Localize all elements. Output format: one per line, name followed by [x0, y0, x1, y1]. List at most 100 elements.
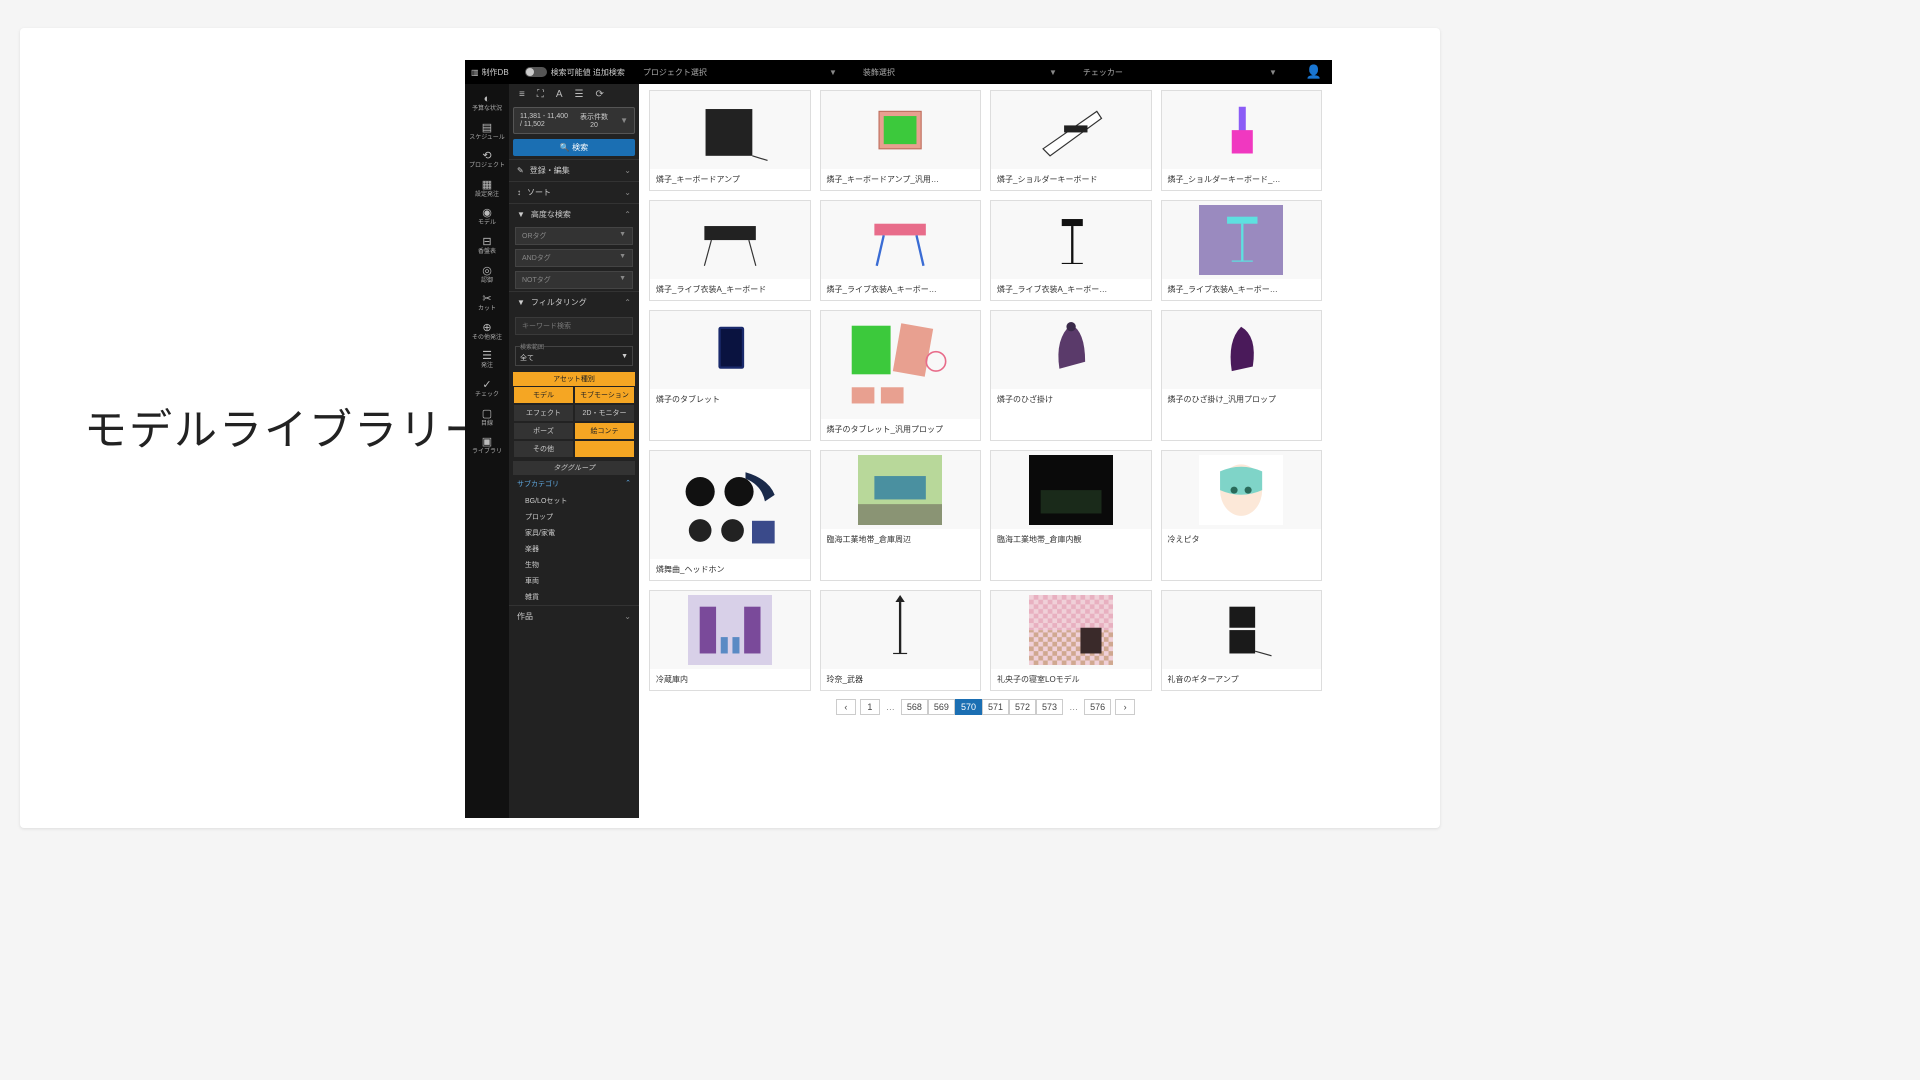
asset-type-chip[interactable]: 2D・モニター: [574, 404, 635, 422]
asset-type-chip[interactable]: 絵コンテ: [574, 422, 635, 440]
nav-label: スケジュール: [469, 135, 505, 142]
asset-card[interactable]: 燐子_ライブ衣装A_キーボー…: [820, 200, 982, 301]
asset-card[interactable]: 燐子のひざ掛け_汎用プロップ: [1161, 310, 1323, 441]
subcategory-item[interactable]: 雑貨: [509, 589, 639, 605]
section-filtering[interactable]: ▼ フィルタリング ⌃: [509, 291, 639, 313]
search-toggle[interactable]: 検索可能値 追加検索: [525, 67, 625, 78]
asset-thumbnail: [821, 91, 981, 169]
tag-label: ANDタグ: [522, 253, 551, 263]
user-icon[interactable]: 👤: [1306, 64, 1322, 80]
asset-card[interactable]: 臨海工業地帯_倉庫周辺: [820, 450, 982, 581]
dropdown-icon: ▼: [619, 253, 626, 263]
nav-item[interactable]: ▤スケジュール: [465, 118, 509, 145]
nav-item[interactable]: ◉モデル: [465, 203, 509, 230]
subcategory-toggle[interactable]: サブカテゴリ ⌃: [509, 475, 639, 493]
nav-item[interactable]: ▢目線: [465, 404, 509, 431]
page-number[interactable]: 572: [1009, 699, 1036, 715]
checker-select[interactable]: チェッカー ▼: [1075, 67, 1285, 78]
asset-thumbnail: [821, 591, 981, 669]
asset-card[interactable]: 燐子のひざ掛け: [990, 310, 1152, 441]
asset-name: 燐子_キーボードアンプ: [650, 169, 810, 190]
and-tag-select[interactable]: ANDタグ ▼: [515, 249, 633, 267]
nav-item[interactable]: ◎認御: [465, 261, 509, 288]
nav-item[interactable]: ⊕その他発注: [465, 318, 509, 345]
section-register[interactable]: ✎ 登録・編集 ⌄: [509, 159, 639, 181]
subcategory-item[interactable]: 楽器: [509, 541, 639, 557]
asset-type-chip[interactable]: モデル: [513, 386, 574, 404]
scope-select[interactable]: 検索範囲 全て▼: [515, 342, 633, 366]
nav-item[interactable]: ✓チェック: [465, 375, 509, 402]
asset-card[interactable]: 燐子_ショルダーキーボード_…: [1161, 90, 1323, 191]
or-tag-select[interactable]: ORタグ▼: [515, 227, 633, 245]
asset-card[interactable]: 燐子のタブレット: [649, 310, 811, 441]
asset-card[interactable]: 臨海工業地帯_倉庫内観: [990, 450, 1152, 581]
asset-card[interactable]: 燐子のタブレット_汎用プロップ: [820, 310, 982, 441]
keyword-input[interactable]: キーワード検索: [515, 317, 633, 335]
asset-card[interactable]: 礼音のギターアンプ: [1161, 590, 1323, 691]
asset-card[interactable]: 燐子_キーボードアンプ: [649, 90, 811, 191]
slide-title: モデルライブラリー: [84, 396, 489, 458]
nav-item[interactable]: ▣ライブラリ: [465, 432, 509, 459]
section-label: 高度な検索: [531, 209, 571, 220]
subcategory-item[interactable]: 家具/家電: [509, 525, 639, 541]
page-number[interactable]: 568: [901, 699, 928, 715]
asset-card[interactable]: 燐子_キーボードアンプ_汎用…: [820, 90, 982, 191]
asset-name: 燐子のひざ掛け: [991, 389, 1151, 410]
page-first[interactable]: 1: [860, 699, 880, 715]
nav-item[interactable]: ☰発注: [465, 346, 509, 373]
not-tag-select[interactable]: NOTタグ▼: [515, 271, 633, 289]
dropdown-icon[interactable]: ▼: [620, 116, 628, 125]
asset-type-chip[interactable]: ポーズ: [513, 422, 574, 440]
asset-card[interactable]: 燐子_ライブ衣装A_キーボー…: [1161, 200, 1323, 301]
page-number[interactable]: 571: [982, 699, 1009, 715]
subcategory-item[interactable]: 車両: [509, 573, 639, 589]
asset-card[interactable]: 燐子_ライブ衣装A_キーボー…: [990, 200, 1152, 301]
nav-icon: ◉: [482, 206, 492, 219]
nav-item[interactable]: ◐予算な状況: [465, 90, 509, 116]
nav-item[interactable]: ✂カット: [465, 289, 509, 316]
toggle-switch-icon[interactable]: [525, 67, 547, 77]
expand-icon[interactable]: ⛶: [537, 89, 544, 100]
next-page-button[interactable]: ›: [1115, 699, 1135, 715]
project-select[interactable]: プロジェクト選択 ▼: [635, 67, 845, 78]
asset-card[interactable]: 冷えピタ: [1161, 450, 1323, 581]
asset-card[interactable]: 礼央子の寝室LOモデル: [990, 590, 1152, 691]
hamburger-icon[interactable]: ≡: [519, 89, 525, 100]
page-number[interactable]: 570: [955, 699, 982, 715]
asset-thumbnail: [1162, 451, 1322, 529]
asset-card[interactable]: 燐舞曲_ヘッドホン: [649, 450, 811, 581]
subcategory-item[interactable]: プロップ: [509, 509, 639, 525]
section-sort[interactable]: ↕ ソート ⌄: [509, 181, 639, 203]
refresh-icon[interactable]: ⟳: [595, 89, 603, 100]
asset-card[interactable]: 玲奈_武器: [820, 590, 982, 691]
asset-type-chip[interactable]: その他: [513, 440, 574, 458]
asset-card[interactable]: 冷蔵庫内: [649, 590, 811, 691]
asset-card[interactable]: 燐子_ショルダーキーボード: [990, 90, 1152, 191]
page-last[interactable]: 576: [1084, 699, 1111, 715]
asset-type-chip[interactable]: [574, 440, 635, 458]
text-icon[interactable]: A: [556, 89, 563, 100]
asset-thumbnail: [991, 91, 1151, 169]
asset-name: 燐子_ライブ衣装A_キーボー…: [1162, 279, 1322, 300]
asset-type-chip[interactable]: エフェクト: [513, 404, 574, 422]
chevron-down-icon: ⌄: [624, 166, 631, 175]
nav-item[interactable]: ▦設定発注: [465, 175, 509, 202]
ellipsis: …: [1067, 702, 1080, 712]
app-logo: ▥ 制作DB: [471, 67, 509, 78]
side-panel: ≡ ⛶ A ☰ ⟳ 11,381 - 11,400 / 11,502 表示件数 …: [509, 84, 639, 818]
asset-type-chip[interactable]: モブモーション: [574, 386, 635, 404]
section-works[interactable]: 作品 ⌄: [509, 605, 639, 627]
nav-item[interactable]: ⊟香盤表: [465, 232, 509, 259]
subcategory-item[interactable]: BG/LOセット: [509, 493, 639, 509]
search-button[interactable]: 🔍 検索: [513, 139, 635, 156]
prev-page-button[interactable]: ‹: [836, 699, 856, 715]
result-range: 11,381 - 11,400 / 11,502 表示件数 20 ▼: [513, 107, 635, 134]
decoration-select[interactable]: 装飾選択 ▼: [855, 67, 1065, 78]
asset-card[interactable]: 燐子_ライブ衣装A_キーボード: [649, 200, 811, 301]
subcategory-item[interactable]: 生物: [509, 557, 639, 573]
section-advanced[interactable]: ▼ 高度な検索 ⌃: [509, 203, 639, 225]
page-number[interactable]: 569: [928, 699, 955, 715]
sort-icon[interactable]: ☰: [575, 89, 584, 100]
page-number[interactable]: 573: [1036, 699, 1063, 715]
nav-item[interactable]: ⟲プロジェクト: [465, 146, 509, 173]
